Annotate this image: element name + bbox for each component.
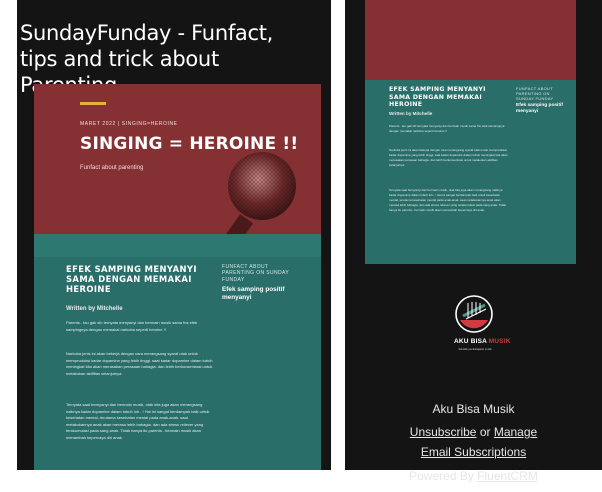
hero-fade-band: [34, 234, 321, 257]
hero-subtitle: Funfact about parenting: [80, 165, 144, 171]
article-title: EFEK SAMPING MENYANYI SAMA DENGAN MEMAKA…: [66, 264, 197, 294]
article-paragraph: Narkoba jenis ini akan bekerja dengan ca…: [66, 351, 213, 376]
article-author: Written by Mitchelle: [66, 306, 123, 312]
microphone-image: [222, 152, 296, 244]
article-title: EFEK SAMPING MENYANYI SAMA DENGAN MEMAKA…: [389, 86, 486, 109]
fluentcrm-link[interactable]: FluentCRM: [477, 469, 538, 483]
aku-bisa-musik-logo-icon: [455, 295, 493, 333]
article-paragraph: Parents.. tau gak sih ternyata menyanyi …: [66, 320, 198, 332]
article-paragraph: Ternyata saat bernyanyi dan bermain musi…: [389, 188, 506, 212]
article-author: Written by Mitchelle: [389, 111, 433, 116]
logo-name-main: AKU BISA: [454, 338, 489, 345]
sidebar-title: Efek samping positif menyanyi: [516, 103, 563, 114]
unsubscribe-link[interactable]: Unsubscribe: [410, 425, 477, 439]
footer-company: Aku Bisa Musik: [432, 402, 515, 416]
logo-tagline: Sekolah pembelajaran musik: [458, 348, 492, 351]
sidebar-kicker: FUNFACT ABOUT PARENTING ON SUNDAY FUNDAY: [222, 264, 290, 283]
article-paragraph: Ternyata saat bernyanyi dan bermain musi…: [66, 402, 210, 440]
sidebar-title: Efek samping positif menyanyi: [222, 286, 285, 301]
article-paragraph: Narkoba jenis ini akan bekerja dengan ca…: [389, 148, 508, 167]
footer-powered: Powered By FluentCRM: [345, 469, 602, 483]
hero-banner-cropped: [365, 0, 576, 80]
logo-name-accent: MUSIK: [488, 338, 511, 345]
footer-links: Unsubscribe or Manage Email Subscription…: [345, 422, 602, 462]
sidebar-kicker: FUNFACT ABOUT PARENTING ON SUNDAY FUNDAY: [516, 86, 554, 101]
hero-meta: MARET 2022 | SINGING=HEROINE: [80, 121, 178, 127]
article-section: EFEK SAMPING MENYANYI SAMA DENGAN MEMAKA…: [34, 234, 321, 470]
logo-wordmark: AKU BISA MUSIK: [454, 338, 511, 345]
footer-or: or: [476, 425, 494, 439]
article-paragraph: Parents.. tau gak sih ternyata menyanyi …: [389, 124, 505, 133]
email-poster: MARET 2022 | SINGING=HEROINE SINGING = H…: [34, 84, 321, 470]
accent-bar: [80, 102, 106, 105]
hero-banner: MARET 2022 | SINGING=HEROINE SINGING = H…: [34, 84, 321, 257]
article-section-right: EFEK SAMPING MENYANYI SAMA DENGAN MEMAKA…: [365, 80, 576, 264]
powered-by-label: Powered By: [409, 469, 478, 483]
